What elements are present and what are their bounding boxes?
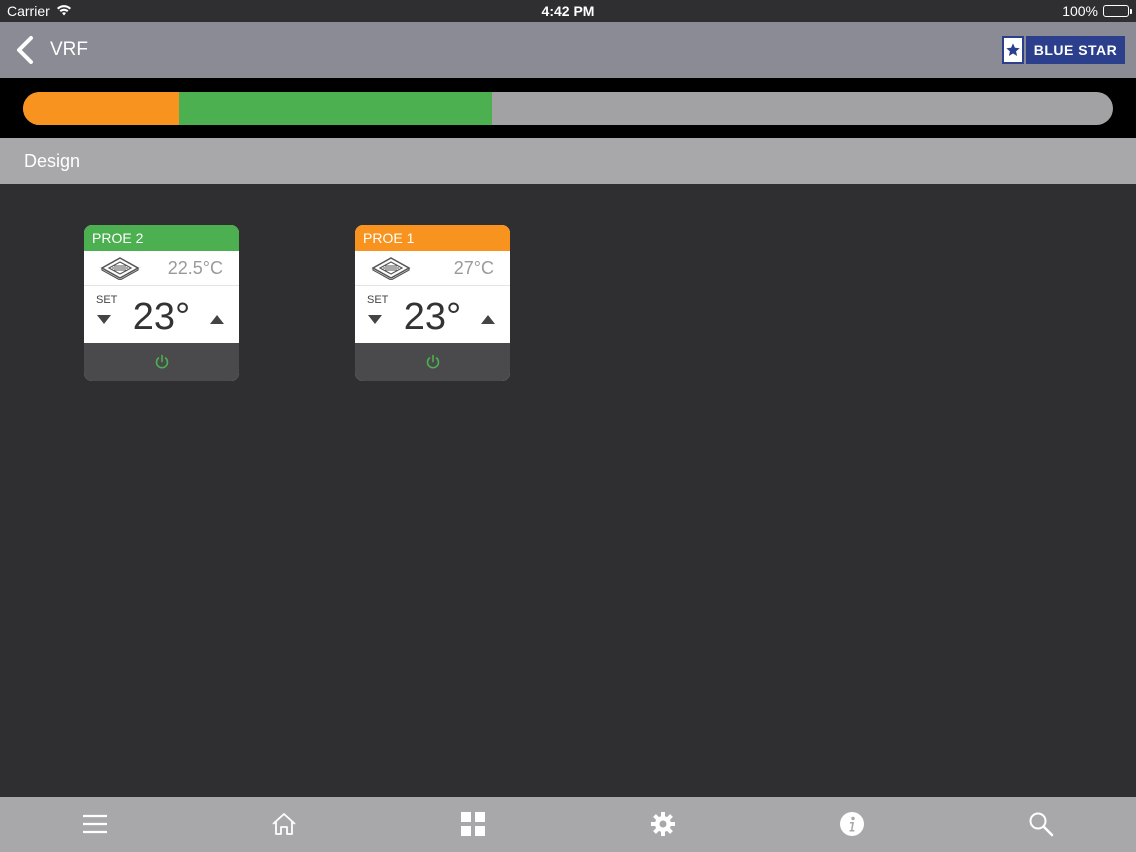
search-icon bbox=[1029, 812, 1054, 837]
current-temperature: 27°C bbox=[453, 257, 494, 278]
star-icon bbox=[1002, 36, 1024, 64]
page-title: VRF bbox=[50, 39, 88, 60]
back-button[interactable]: VRF bbox=[14, 34, 88, 66]
info-icon bbox=[840, 812, 864, 836]
power-button[interactable] bbox=[154, 354, 170, 370]
battery-percent: 100% bbox=[1062, 3, 1098, 19]
gear-icon bbox=[651, 812, 675, 836]
chevron-left-icon bbox=[17, 36, 33, 64]
current-temp-row: 22.5°C bbox=[84, 251, 239, 286]
increase-temp-button[interactable] bbox=[480, 312, 496, 330]
tab-dashboard[interactable] bbox=[458, 809, 488, 839]
cassette-ac-icon bbox=[371, 257, 411, 280]
current-temperature: 22.5°C bbox=[167, 257, 223, 278]
section-header: Design bbox=[0, 138, 1136, 184]
device-name-header: PROE 1 bbox=[355, 225, 510, 251]
brand-logo: BLUE STAR bbox=[1002, 36, 1125, 64]
progress-track bbox=[23, 92, 1113, 125]
card-footer bbox=[84, 343, 239, 381]
current-temp-row: 27°C bbox=[355, 251, 510, 286]
clock: 4:42 PM bbox=[541, 3, 595, 19]
progress-segment-orange bbox=[23, 92, 179, 125]
brand-name: BLUE STAR bbox=[1026, 36, 1125, 64]
section-title: Design bbox=[24, 150, 81, 171]
triangle-up-icon bbox=[210, 315, 224, 324]
status-bar: Carrier 4:42 PM 100% bbox=[0, 0, 1136, 22]
device-name-header: PROE 2 bbox=[84, 225, 239, 251]
power-button[interactable] bbox=[425, 354, 441, 370]
progress-band bbox=[0, 78, 1136, 138]
menu-icon bbox=[83, 814, 107, 834]
set-temp-row: SET 23° bbox=[84, 286, 239, 343]
home-icon bbox=[272, 813, 296, 835]
device-card[interactable]: PROE 1 27°C SET 23° bbox=[355, 225, 510, 381]
power-icon bbox=[155, 354, 168, 369]
tab-home[interactable] bbox=[269, 809, 299, 839]
device-name: PROE 1 bbox=[363, 230, 415, 246]
cassette-ac-icon bbox=[100, 257, 140, 280]
tab-menu[interactable] bbox=[80, 809, 110, 839]
battery-icon bbox=[1103, 5, 1132, 17]
navigation-bar: VRF BLUE STAR bbox=[0, 22, 1136, 78]
tab-bar bbox=[0, 797, 1136, 852]
progress-segment-green bbox=[178, 92, 492, 125]
increase-temp-button[interactable] bbox=[209, 312, 225, 330]
device-card[interactable]: PROE 2 22.5°C SET 23° bbox=[84, 225, 239, 381]
tab-settings[interactable] bbox=[648, 809, 678, 839]
tab-search[interactable] bbox=[1026, 809, 1056, 839]
device-name: PROE 2 bbox=[92, 230, 144, 246]
grid-icon bbox=[461, 812, 485, 836]
tab-info[interactable] bbox=[837, 809, 867, 839]
card-footer bbox=[355, 343, 510, 381]
set-temp-row: SET 23° bbox=[355, 286, 510, 343]
power-icon bbox=[426, 354, 439, 369]
triangle-up-icon bbox=[481, 315, 495, 324]
